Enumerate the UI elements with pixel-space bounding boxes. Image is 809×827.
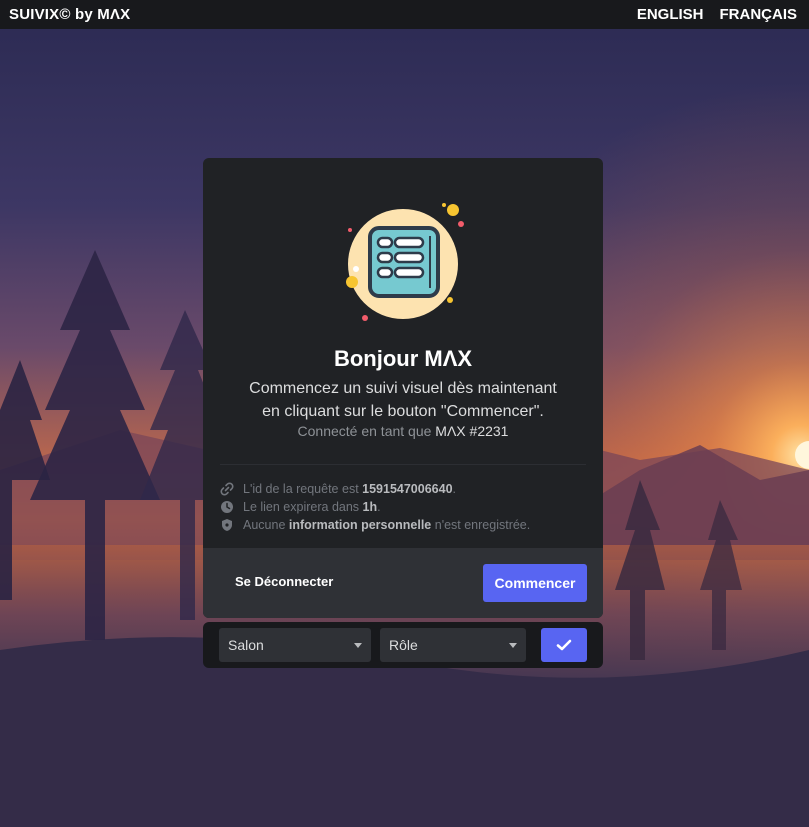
description-line-1: Commencez un suivi visuel dès maintenant [249,380,557,397]
channel-select[interactable]: Salon [219,628,371,662]
clock-icon [220,500,234,514]
connected-prefix: Connecté en tant que [297,423,436,439]
selection-bar: Salon Rôle [203,622,603,668]
check-icon [556,639,572,651]
role-select-value: Rôle [389,637,418,653]
shield-icon [220,518,234,532]
request-id-text: L'id de la requête est 1591547006640. [243,482,456,496]
brand-title[interactable]: SUIVIX© by MΛX [9,6,130,23]
connected-username: MΛX #2231 [435,423,509,439]
card-footer: Se Déconnecter Commencer [203,548,603,618]
request-id-info: L'id de la requête est 1591547006640. [220,480,590,498]
role-select[interactable]: Rôle [380,628,526,662]
top-bar: SUIVIX© by MΛX ENGLISH FRANÇAIS [0,0,809,29]
start-button[interactable]: Commencer [483,564,587,602]
language-french-link[interactable]: FRANÇAIS [720,6,798,23]
channel-select-value: Salon [228,637,264,653]
chevron-down-icon [354,642,362,648]
expiry-info: Le lien expirera dans 1h. [220,498,590,516]
checklist-icon [346,203,464,321]
description-text: Commencez un suivi visuel dès maintenant… [203,377,603,423]
connected-as-text: Connecté en tant que MΛX #2231 [203,423,603,439]
greeting-title: Bonjour MΛX [333,346,473,371]
login-card: Bonjour MΛX Commencez un suivi visuel dè… [203,158,603,618]
privacy-text: Aucune information personnelle n'est enr… [243,518,531,532]
privacy-info: Aucune information personnelle n'est enr… [220,516,590,534]
expiry-text: Le lien expirera dans 1h. [243,500,381,514]
logout-button[interactable]: Se Déconnecter [235,574,333,589]
language-english-link[interactable]: ENGLISH [637,6,704,23]
description-line-2: en cliquant sur le bouton "Commencer". [262,403,544,420]
link-icon [220,482,234,496]
chevron-down-icon [509,642,517,648]
language-switcher: ENGLISH FRANÇAIS [637,6,797,23]
confirm-button[interactable] [541,628,587,662]
card-divider [220,464,586,465]
